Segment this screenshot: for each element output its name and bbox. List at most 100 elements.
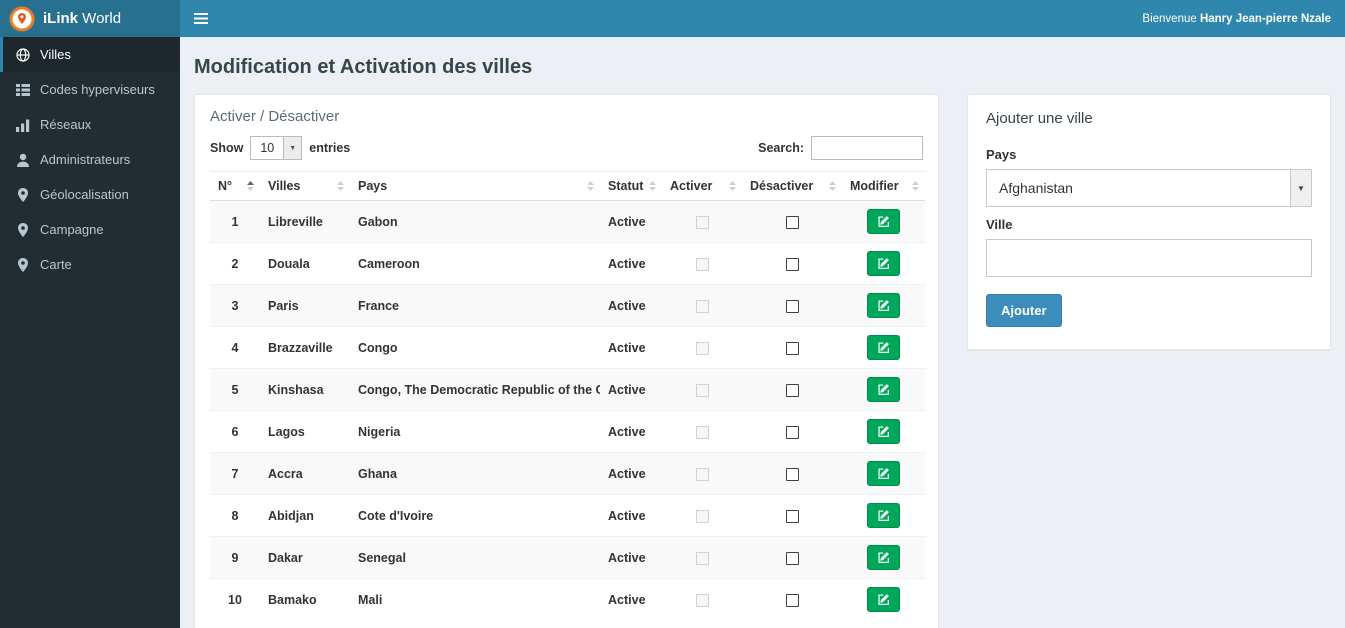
page-length-select[interactable]: 10 ▼	[250, 136, 303, 160]
cell-pays: Senegal	[350, 536, 600, 579]
table-row: 2 Douala Cameroon Active	[210, 242, 925, 285]
activation-panel: Activer / Désactiver Show 10 ▼ entries S…	[194, 94, 939, 628]
cell-statut: Active	[600, 284, 662, 327]
ville-label: Ville	[986, 217, 1013, 232]
cell-statut: Active	[600, 494, 662, 537]
sidebar-item-villes[interactable]: Villes	[0, 37, 180, 72]
search-input[interactable]	[811, 136, 923, 160]
sidebar-item-geolocalisation[interactable]: Géolocalisation	[0, 177, 180, 212]
column-header-villes[interactable]: Villes	[260, 171, 350, 201]
activer-checkbox	[695, 425, 709, 439]
edit-pencil-icon	[878, 216, 889, 227]
sidebar-item-administrateurs[interactable]: Administrateurs	[0, 142, 180, 177]
sidebar-item-label: Campagne	[40, 222, 104, 237]
activer-checkbox	[695, 257, 709, 271]
cell-statut: Active	[600, 326, 662, 369]
modifier-button[interactable]	[867, 335, 900, 360]
sort-icon	[912, 181, 919, 191]
page-title: Modification et Activation des villes	[194, 56, 533, 78]
cell-pays: Ghana	[350, 452, 600, 495]
sidebar-item-carte[interactable]: Carte	[0, 247, 180, 282]
activer-checkbox	[695, 341, 709, 355]
desactiver-checkbox[interactable]	[785, 593, 799, 607]
modifier-button[interactable]	[867, 209, 900, 234]
edit-pencil-icon	[878, 384, 889, 395]
cell-statut: Active	[600, 368, 662, 411]
search-control: Search:	[758, 136, 923, 160]
cell-num: 2	[210, 242, 260, 285]
modifier-button[interactable]	[867, 251, 900, 276]
cell-ville: Bamako	[260, 578, 350, 620]
desactiver-checkbox[interactable]	[785, 509, 799, 523]
sidebar-item-campagne[interactable]: Campagne	[0, 212, 180, 247]
cell-statut: Active	[600, 242, 662, 285]
modifier-button[interactable]	[867, 545, 900, 570]
sort-icon	[829, 181, 836, 191]
sidebar-toggle-button[interactable]	[180, 0, 222, 37]
sidebar: Villes Codes hyperviseurs Réseaux Admini…	[0, 37, 180, 628]
cell-pays: Mali	[350, 578, 600, 620]
desactiver-checkbox[interactable]	[785, 299, 799, 313]
sidebar-item-label: Carte	[40, 257, 72, 272]
sidebar-item-label: Géolocalisation	[40, 187, 129, 202]
ville-input[interactable]	[986, 239, 1312, 277]
add-panel-title: Ajouter une ville	[986, 110, 1093, 127]
desactiver-checkbox[interactable]	[785, 551, 799, 565]
modifier-button[interactable]	[867, 461, 900, 486]
cell-pays: Congo	[350, 326, 600, 369]
edit-pencil-icon	[878, 300, 889, 311]
modifier-button[interactable]	[867, 587, 900, 612]
column-header-modifier[interactable]: Modifier	[842, 171, 925, 201]
desactiver-checkbox[interactable]	[785, 215, 799, 229]
table-row: 8 Abidjan Cote d'Ivoire Active	[210, 494, 925, 537]
sidebar-item-codes-hyperviseurs[interactable]: Codes hyperviseurs	[0, 72, 180, 107]
cell-pays: Nigeria	[350, 410, 600, 453]
table-row: 10 Bamako Mali Active	[210, 578, 925, 620]
cell-statut: Active	[608, 214, 646, 229]
cell-num: 1	[231, 214, 239, 229]
modifier-button[interactable]	[867, 503, 900, 528]
cell-num: 7	[210, 452, 260, 495]
entries-label: entries	[309, 141, 351, 155]
map-marker-icon	[18, 187, 28, 202]
show-label: Show	[210, 141, 244, 155]
cell-pays: Cameroon	[350, 242, 600, 285]
sidebar-item-reseaux[interactable]: Réseaux	[0, 107, 180, 142]
ajouter-button[interactable]: Ajouter	[986, 294, 1062, 327]
cell-num: 4	[210, 326, 260, 369]
sort-icon	[247, 181, 254, 191]
cell-num: 6	[210, 410, 260, 453]
desactiver-checkbox[interactable]	[785, 425, 799, 439]
panel-title: Activer / Désactiver	[210, 108, 340, 125]
column-header-desactiver[interactable]: Désactiver	[742, 171, 842, 201]
cell-pays: Gabon	[358, 214, 398, 229]
cell-ville: Kinshasa	[260, 368, 350, 411]
chevron-down-icon: ▼	[1290, 170, 1311, 206]
column-header-pays[interactable]: Pays	[350, 171, 600, 201]
villes-table: N° Villes Pays Statut Activer Désactiver…	[210, 171, 925, 620]
modifier-button[interactable]	[867, 377, 900, 402]
desactiver-checkbox[interactable]	[785, 257, 799, 271]
page-length-control: Show 10 ▼ entries	[210, 136, 350, 160]
edit-pencil-icon	[878, 552, 889, 563]
modifier-button[interactable]	[867, 293, 900, 318]
edit-pencil-icon	[878, 342, 889, 353]
activer-checkbox	[695, 593, 709, 607]
desactiver-checkbox[interactable]	[785, 383, 799, 397]
desactiver-checkbox[interactable]	[785, 467, 799, 481]
desactiver-checkbox[interactable]	[785, 341, 799, 355]
cell-ville: Paris	[260, 284, 350, 327]
globe-icon	[16, 47, 30, 62]
modifier-button[interactable]	[867, 419, 900, 444]
cell-pays: Cote d'Ivoire	[350, 494, 600, 537]
cell-pays: France	[350, 284, 600, 327]
brand-area[interactable]: iLink World	[0, 0, 180, 37]
sidebar-item-label: Codes hyperviseurs	[40, 82, 155, 97]
column-header-num[interactable]: N°	[210, 171, 260, 201]
activer-checkbox	[695, 509, 709, 523]
cell-num: 8	[210, 494, 260, 537]
table-row: 3 Paris France Active	[210, 284, 925, 327]
pays-select[interactable]: Afghanistan ▼	[986, 169, 1312, 207]
column-header-activer[interactable]: Activer	[662, 171, 742, 201]
column-header-statut[interactable]: Statut	[600, 171, 662, 201]
